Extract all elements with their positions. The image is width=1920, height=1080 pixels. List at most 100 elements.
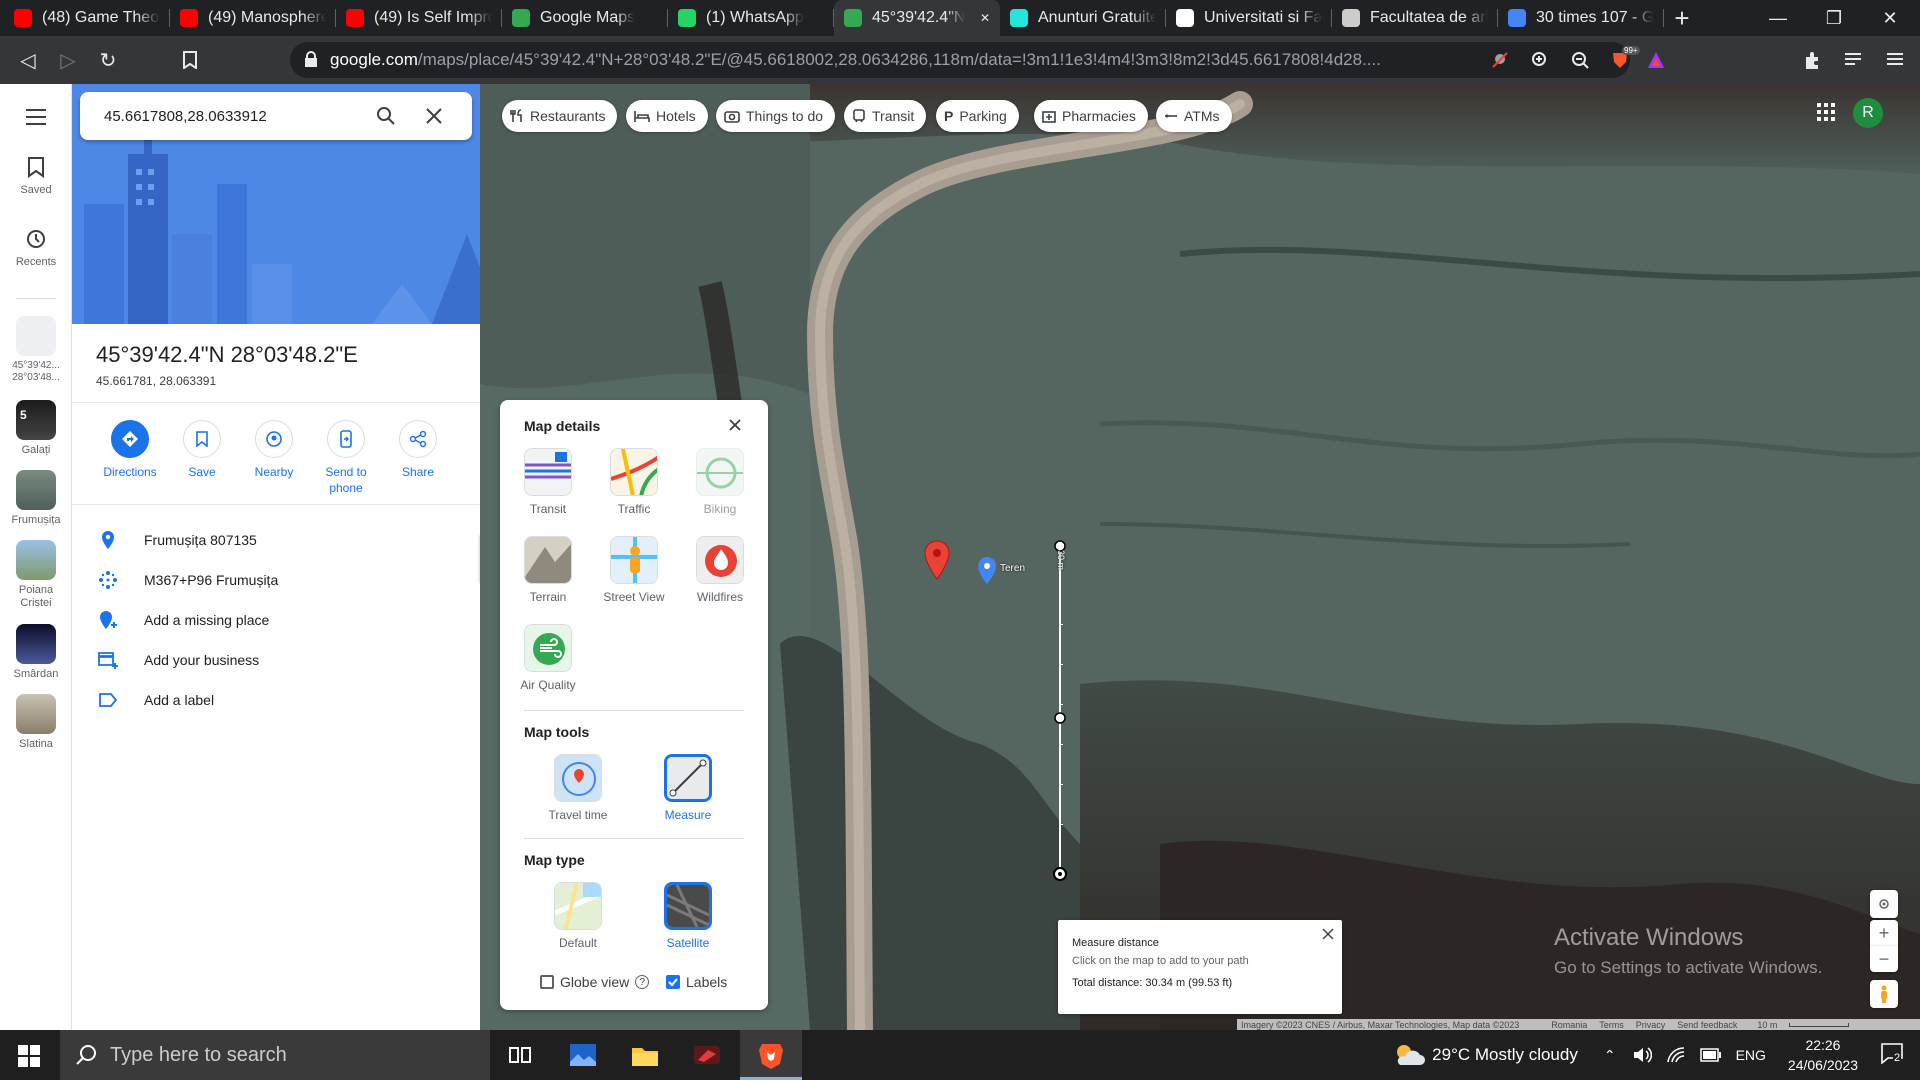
zoom-in-icon[interactable]: [1530, 50, 1550, 70]
browser-tab[interactable]: 45°39'42.4"N ✕: [834, 0, 1000, 36]
task-view-icon[interactable]: [506, 1040, 536, 1070]
reading-list-icon[interactable]: [1842, 49, 1864, 71]
close-icon[interactable]: [424, 106, 444, 126]
saved-nav[interactable]: Saved: [0, 156, 72, 196]
browser-tab[interactable]: Universitati si Fac: [1166, 0, 1332, 36]
globe-view-toggle[interactable]: Globe view ?: [540, 974, 650, 990]
help-icon[interactable]: ?: [635, 975, 650, 989]
option-street-view[interactable]: Street View: [594, 536, 674, 604]
hamburger-icon[interactable]: [24, 108, 48, 126]
recent-place-item[interactable]: 45°39'42... 28°03'48...: [0, 316, 72, 384]
recent-place-smardan[interactable]: Smârdan: [0, 624, 72, 680]
globe-view-checkbox[interactable]: [540, 975, 554, 989]
brave-taskbar-button[interactable]: [740, 1030, 802, 1080]
chip-transit[interactable]: Transit: [844, 100, 927, 132]
close-tab-icon[interactable]: ✕: [980, 11, 990, 25]
apps-grid-icon[interactable]: [1816, 102, 1836, 122]
share-button[interactable]: Share: [382, 420, 454, 480]
language-indicator[interactable]: ENG: [1736, 1047, 1766, 1063]
zoom-out-button[interactable]: −: [1870, 946, 1898, 972]
battery-icon[interactable]: [1699, 1048, 1722, 1062]
search-icon[interactable]: [376, 106, 396, 126]
zoom-out-icon[interactable]: [1570, 50, 1590, 70]
link-terms[interactable]: Terms: [1599, 1020, 1624, 1030]
file-explorer-icon[interactable]: [630, 1040, 660, 1070]
restore-icon[interactable]: ❐: [1806, 0, 1862, 36]
option-biking[interactable]: Biking: [680, 448, 760, 516]
tool-travel-time[interactable]: Travel time: [538, 754, 618, 822]
address-row[interactable]: Frumușița 807135: [72, 520, 480, 560]
bookmark-icon[interactable]: [170, 40, 210, 80]
add-label-row[interactable]: Add a label: [72, 680, 480, 720]
send-to-phone-button[interactable]: Send to phone: [310, 420, 382, 496]
link-feedback[interactable]: Send feedback: [1677, 1020, 1737, 1030]
browser-tab[interactable]: Facultatea de arh: [1332, 0, 1498, 36]
extensions-icon[interactable]: [1802, 49, 1824, 71]
directions-button[interactable]: Directions: [94, 420, 166, 480]
location-blocked-icon[interactable]: [1490, 50, 1510, 70]
wifi-icon[interactable]: [1666, 1046, 1686, 1064]
account-avatar[interactable]: R: [1853, 98, 1883, 128]
recent-place-poiana-cristei[interactable]: Poiana Cristei: [0, 540, 72, 610]
nearby-button[interactable]: Nearby: [238, 420, 310, 480]
labels-toggle[interactable]: Labels: [666, 974, 727, 990]
volume-icon[interactable]: [1632, 1046, 1652, 1064]
blue-place-marker[interactable]: [976, 556, 998, 586]
option-transit[interactable]: Transit: [508, 448, 588, 516]
type-satellite[interactable]: Satellite: [648, 882, 728, 950]
plus-code-row[interactable]: M367+P96 Frumușița: [72, 560, 480, 600]
type-default[interactable]: Default: [538, 882, 618, 950]
game-app-icon[interactable]: [692, 1040, 722, 1070]
chip-atms[interactable]: ATMs: [1156, 100, 1232, 132]
zoom-in-button[interactable]: +: [1870, 920, 1898, 946]
labels-checkbox[interactable]: [666, 975, 680, 989]
photos-app-icon[interactable]: [568, 1040, 598, 1070]
my-location-button[interactable]: [1870, 890, 1898, 918]
recent-place-galati[interactable]: 5 Galați: [0, 400, 72, 456]
scale-label[interactable]: 10 m: [1757, 1020, 1777, 1030]
save-button[interactable]: Save: [166, 420, 238, 480]
recent-place-slatina[interactable]: Slatina: [0, 694, 72, 750]
add-missing-place-row[interactable]: Add a missing place: [72, 600, 480, 640]
clock[interactable]: 22:26 24/06/2023: [1788, 1035, 1858, 1075]
add-business-row[interactable]: Add your business: [72, 640, 480, 680]
close-window-icon[interactable]: ✕: [1862, 0, 1918, 36]
pegman-button[interactable]: [1870, 980, 1898, 1008]
browser-tab[interactable]: 30 times 107 - Go: [1498, 0, 1664, 36]
chevron-up-icon[interactable]: ⌃: [1604, 1047, 1616, 1064]
browser-menu-icon[interactable]: [1884, 49, 1906, 71]
weather-text[interactable]: 29°C Mostly cloudy: [1432, 1045, 1578, 1065]
recent-place-frumusita[interactable]: Frumușița: [0, 470, 72, 526]
weather-cloudy-icon[interactable]: [1392, 1041, 1426, 1069]
option-wildfires[interactable]: Wildfires: [680, 536, 760, 604]
browser-tab[interactable]: Anunturi Gratuite: [1000, 0, 1166, 36]
chip-pharmacies[interactable]: Pharmacies: [1034, 100, 1148, 132]
taskbar-search-input[interactable]: Type here to search: [60, 1030, 490, 1080]
new-tab-button[interactable]: +: [1664, 0, 1700, 36]
option-air-quality[interactable]: Air Quality: [508, 624, 588, 692]
browser-tab[interactable]: (49) Is Self Improv: [336, 0, 502, 36]
tool-measure[interactable]: Measure: [648, 754, 728, 822]
chip-parking[interactable]: P Parking: [936, 100, 1019, 132]
address-bar[interactable]: google.com/maps/place/45°39'42.4"N+28°03…: [290, 42, 1664, 78]
search-input[interactable]: 45.6617808,28.0633912: [80, 92, 472, 140]
link-privacy[interactable]: Privacy: [1636, 1020, 1666, 1030]
brave-rewards-icon[interactable]: [1646, 50, 1666, 70]
browser-tab[interactable]: (48) Game Theory: [4, 0, 170, 36]
reload-icon[interactable]: ↻: [88, 40, 128, 80]
chip-things-to-do[interactable]: Things to do: [716, 100, 836, 132]
option-terrain[interactable]: Terrain: [508, 536, 588, 604]
back-icon[interactable]: ◁: [8, 40, 48, 80]
notification-center-button[interactable]: 2: [1880, 1042, 1904, 1069]
minimize-icon[interactable]: —: [1750, 0, 1806, 36]
link-country[interactable]: Romania: [1551, 1020, 1587, 1030]
forward-icon[interactable]: ▷: [48, 40, 88, 80]
close-icon[interactable]: [1322, 928, 1334, 940]
windows-start-icon[interactable]: [18, 1045, 40, 1067]
recents-nav[interactable]: Recents: [0, 228, 72, 268]
option-traffic[interactable]: Traffic: [594, 448, 674, 516]
red-pin-marker[interactable]: [923, 540, 951, 580]
chip-hotels[interactable]: Hotels: [626, 100, 708, 132]
browser-tab[interactable]: (49) Manosphere: [170, 0, 336, 36]
browser-tab[interactable]: Google Maps: [502, 0, 668, 36]
